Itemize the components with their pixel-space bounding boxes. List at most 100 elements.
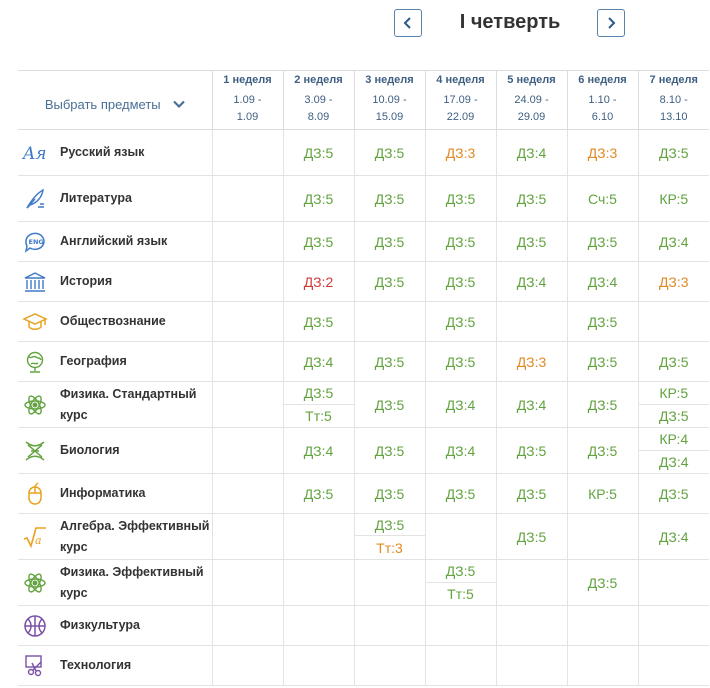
grade-cell: ДЗ:4	[282, 341, 354, 382]
grade-mark[interactable]: Тт:5	[284, 405, 354, 427]
grade-mark[interactable]: ДЗ:5	[375, 486, 405, 502]
grade-mark[interactable]: ДЗ:5	[588, 354, 618, 370]
subject-name[interactable]: Информатика	[60, 483, 145, 504]
grade-mark[interactable]: ДЗ:5	[375, 145, 405, 161]
grade-mark[interactable]: ДЗ:4	[446, 443, 476, 459]
subject-name[interactable]: История	[60, 271, 112, 292]
grade-cell: ДЗ:5	[353, 129, 425, 176]
grade-mark[interactable]: ДЗ:5	[639, 405, 710, 427]
grade-mark[interactable]: ДЗ:5	[354, 514, 425, 536]
grade-mark[interactable]: ДЗ:4	[304, 443, 334, 459]
grade-mark[interactable]: ДЗ:5	[425, 560, 496, 583]
grade-mark[interactable]: ДЗ:5	[375, 443, 405, 459]
next-quarter-button[interactable]	[597, 9, 625, 37]
grade-mark[interactable]: ДЗ:3	[517, 354, 547, 370]
grade-mark[interactable]: ДЗ:3	[659, 274, 689, 290]
grade-mark[interactable]: ДЗ:5	[517, 234, 547, 250]
grade-mark[interactable]: ДЗ:5	[588, 575, 618, 591]
subject-name[interactable]: Английский язык	[60, 231, 167, 252]
week-header-7: 7 неделя	[637, 70, 709, 89]
week-range-start: 1.10 -	[588, 94, 617, 106]
subject-name[interactable]: Русский язык	[60, 142, 144, 163]
subject-name[interactable]: Алгебра. Эффективный курс	[60, 516, 212, 558]
grade-mark[interactable]: ДЗ:5	[446, 274, 476, 290]
grade-mark[interactable]: ДЗ:5	[446, 486, 476, 502]
grade-mark[interactable]: Тт:5	[426, 583, 496, 605]
grade-cell: ДЗ:4	[637, 221, 709, 262]
grade-mark[interactable]: ДЗ:5	[446, 354, 476, 370]
grade-mark[interactable]: ДЗ:5	[588, 443, 618, 459]
grade-cell: КР:5	[566, 473, 638, 514]
grade-mark[interactable]: ДЗ:5	[375, 191, 405, 207]
subject-name[interactable]: Обществознание	[60, 311, 166, 332]
grade-mark[interactable]: ДЗ:5	[517, 191, 547, 207]
subject-name[interactable]: Физкультура	[60, 615, 140, 636]
grade-mark[interactable]: ДЗ:5	[588, 234, 618, 250]
select-subjects-label: Выбрать предметы	[44, 96, 161, 112]
grade-mark[interactable]: ДЗ:5	[304, 145, 334, 161]
grade-mark[interactable]: КР:5	[588, 486, 617, 502]
grade-mark[interactable]: Тт:3	[355, 536, 425, 559]
grade-mark[interactable]: ДЗ:5	[588, 314, 618, 330]
subject-cell: География	[18, 341, 212, 382]
week-header-5: 5 неделя	[495, 70, 567, 89]
grade-mark[interactable]: ДЗ:5	[446, 234, 476, 250]
grade-mark[interactable]: ДЗ:5	[446, 191, 476, 207]
grade-cell	[353, 301, 425, 342]
grade-cell: ДЗ:4	[424, 427, 496, 474]
week-range-end: 29.09	[517, 111, 546, 123]
eng-bubble-icon	[23, 230, 47, 254]
grade-mark[interactable]: ДЗ:4	[639, 451, 710, 473]
grade-mark[interactable]: ДЗ:4	[517, 145, 547, 161]
subject-name[interactable]: Технология	[60, 655, 131, 676]
grade-mark[interactable]: ДЗ:5	[304, 191, 334, 207]
grade-mark[interactable]: ДЗ:3	[446, 145, 476, 161]
grade-mark[interactable]: ДЗ:5	[283, 382, 354, 405]
grade-mark[interactable]: ДЗ:4	[517, 397, 547, 413]
grade-mark[interactable]: ДЗ:5	[304, 486, 334, 502]
grade-cell	[211, 381, 283, 428]
grade-mark[interactable]: КР:5	[638, 382, 709, 405]
grade-mark[interactable]: ДЗ:3	[588, 145, 618, 161]
grade-mark[interactable]: ДЗ:4	[304, 354, 334, 370]
week-header-1: 1 неделя	[211, 70, 283, 89]
grade-mark[interactable]: ДЗ:4	[517, 274, 547, 290]
select-subjects-dropdown[interactable]: Выбрать предметы	[18, 89, 212, 112]
subject-name[interactable]: Физика. Стандартный курс	[60, 384, 212, 426]
grade-mark[interactable]: ДЗ:4	[659, 234, 689, 250]
previous-quarter-button[interactable]	[394, 9, 422, 37]
chevron-down-icon	[172, 100, 185, 108]
grade-mark[interactable]: ДЗ:5	[375, 274, 405, 290]
russian-language-icon	[21, 141, 47, 165]
grade-cell: ДЗ:5	[353, 473, 425, 514]
grade-mark[interactable]: ДЗ:4	[588, 274, 618, 290]
subject-row: Русский язык ДЗ:5 ДЗ:5 ДЗ:3 ДЗ:4 ДЗ:3 ДЗ:5	[18, 129, 709, 176]
grade-mark[interactable]: ДЗ:5	[304, 234, 334, 250]
subject-name[interactable]: Литература	[60, 188, 132, 209]
grade-mark[interactable]: ДЗ:4	[446, 397, 476, 413]
grade-mark[interactable]: ДЗ:5	[517, 529, 547, 545]
grade-cell: ДЗ:5	[424, 341, 496, 382]
grade-mark[interactable]: ДЗ:5	[304, 314, 334, 330]
grade-mark[interactable]: КР:4	[638, 428, 709, 451]
grade-mark[interactable]: ДЗ:5	[375, 354, 405, 370]
subject-name[interactable]: Биология	[60, 440, 120, 461]
grade-mark[interactable]: ДЗ:5	[446, 314, 476, 330]
subject-row: Алгебра. Эффективный курс ДЗ:5 Тт:3 ДЗ:5 ДЗ:…	[18, 513, 709, 560]
grade-mark[interactable]: ДЗ:5	[375, 234, 405, 250]
grade-cell	[211, 175, 283, 222]
grade-mark[interactable]: ДЗ:2	[304, 274, 334, 290]
grade-mark[interactable]: Сч:5	[588, 191, 617, 207]
grade-mark[interactable]: ДЗ:5	[659, 486, 689, 502]
subject-name[interactable]: География	[60, 351, 127, 372]
grade-mark[interactable]: ДЗ:5	[588, 397, 618, 413]
grade-mark[interactable]: ДЗ:5	[517, 486, 547, 502]
subject-name[interactable]: Физика. Эффективный курс	[60, 562, 212, 604]
grade-mark[interactable]: ДЗ:4	[659, 529, 689, 545]
grades-table: Выбрать предметы 1 неделя 2 неделя 3 недел…	[18, 70, 709, 686]
grade-mark[interactable]: ДЗ:5	[659, 145, 689, 161]
grade-mark[interactable]: КР:5	[659, 191, 688, 207]
grade-mark[interactable]: ДЗ:5	[517, 443, 547, 459]
grade-mark[interactable]: ДЗ:5	[375, 397, 405, 413]
grade-mark[interactable]: ДЗ:5	[659, 354, 689, 370]
